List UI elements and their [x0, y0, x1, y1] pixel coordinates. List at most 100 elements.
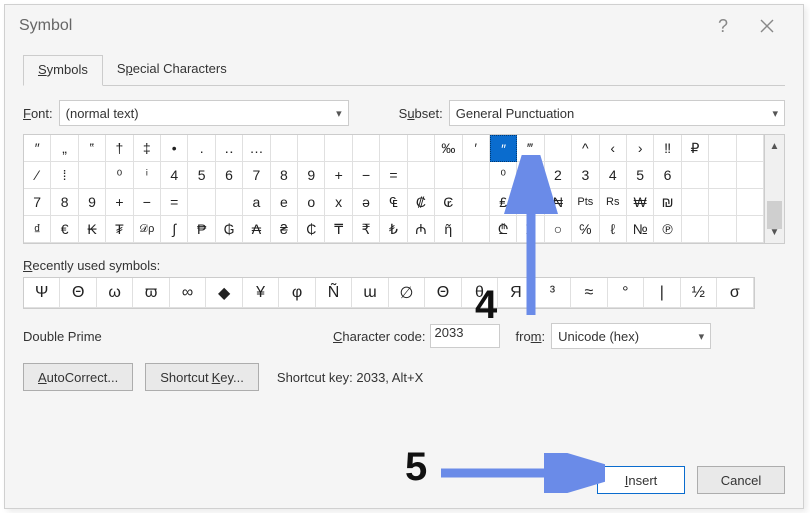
symbol-cell[interactable]	[188, 189, 215, 216]
close-button[interactable]	[745, 5, 789, 47]
symbol-cell[interactable]: ″	[24, 135, 51, 162]
symbol-cell[interactable]: ₾	[490, 216, 517, 243]
recent-symbol-cell[interactable]: σ	[717, 278, 753, 308]
help-button[interactable]: ?	[701, 5, 745, 47]
symbol-cell[interactable]: ₢	[435, 189, 462, 216]
recent-symbol-cell[interactable]: ◆	[206, 278, 242, 308]
symbol-cell[interactable]	[709, 189, 736, 216]
symbol-cell[interactable]	[682, 189, 709, 216]
symbol-cell[interactable]: …	[243, 135, 270, 162]
symbol-cell[interactable]: ₡	[408, 189, 435, 216]
symbol-grid[interactable]: ″„‟†‡•.‥… ‰′″‴ ^‹›‼₽ ⁄⁞ ⁰ⁱ456789+−= ⁰123…	[24, 135, 764, 243]
symbol-cell[interactable]: 9	[298, 162, 325, 189]
symbol-cell[interactable]	[435, 162, 462, 189]
cancel-button[interactable]: Cancel	[697, 466, 785, 494]
symbol-cell[interactable]	[408, 162, 435, 189]
symbol-cell[interactable]: ₭	[79, 216, 106, 243]
symbol-cell[interactable]: ⁞	[51, 162, 78, 189]
symbol-cell[interactable]: ‟	[79, 135, 106, 162]
symbol-cell[interactable]: ∫	[161, 216, 188, 243]
symbol-cell[interactable]: ‼	[654, 135, 681, 162]
symbol-cell[interactable]	[463, 162, 490, 189]
symbol-cell[interactable]	[271, 135, 298, 162]
symbol-cell[interactable]: ₲	[216, 216, 243, 243]
symbol-cell[interactable]: 6	[216, 162, 243, 189]
recent-symbol-cell[interactable]: ω	[97, 278, 133, 308]
recent-symbol-cell[interactable]: ¥	[243, 278, 279, 308]
tab-special-characters[interactable]: Special Characters	[103, 55, 241, 85]
symbol-cell[interactable]: „	[51, 135, 78, 162]
recent-symbol-cell[interactable]: Я	[498, 278, 534, 308]
symbol-cell[interactable]: −	[134, 189, 161, 216]
symbol-cell[interactable]: 9	[79, 189, 106, 216]
font-select[interactable]: (normal text) ▾	[59, 100, 349, 126]
symbol-cell[interactable]: ₹	[353, 216, 380, 243]
symbol-cell[interactable]: ‰	[435, 135, 462, 162]
tab-symbols[interactable]: Symbols	[23, 55, 103, 86]
symbol-cell[interactable]: •	[161, 135, 188, 162]
symbol-cell[interactable]: ₱	[188, 216, 215, 243]
symbol-cell[interactable]: e	[271, 189, 298, 216]
symbol-cell[interactable]: ₪	[654, 189, 681, 216]
scroll-track[interactable]	[765, 157, 784, 221]
symbol-cell[interactable]: ℓ	[600, 216, 627, 243]
symbol-cell[interactable]: ₳	[243, 216, 270, 243]
symbol-cell[interactable]: ₤	[490, 189, 517, 216]
symbol-cell[interactable]: ○	[545, 216, 572, 243]
symbol-cell[interactable]: =	[161, 189, 188, 216]
symbol-cell[interactable]: 7	[243, 162, 270, 189]
symbol-cell[interactable]	[709, 162, 736, 189]
symbol-cell[interactable]: 8	[271, 162, 298, 189]
symbol-cell[interactable]	[463, 189, 490, 216]
scroll-thumb[interactable]	[767, 201, 782, 229]
symbol-cell[interactable]: 8	[51, 189, 78, 216]
symbol-cell[interactable]: 3	[572, 162, 599, 189]
symbol-cell[interactable]	[353, 135, 380, 162]
recent-symbol-cell[interactable]: ∞	[170, 278, 206, 308]
recent-symbol-cell[interactable]: ɯ	[352, 278, 388, 308]
symbol-cell[interactable]: x	[325, 189, 352, 216]
symbol-cell[interactable]: 4	[161, 162, 188, 189]
symbol-cell[interactable]: ₮	[106, 216, 133, 243]
autocorrect-button[interactable]: AutoCorrect...	[23, 363, 133, 391]
symbol-cell[interactable]: ⁱ	[134, 162, 161, 189]
symbol-cell[interactable]	[298, 135, 325, 162]
symbol-cell[interactable]: 4	[600, 162, 627, 189]
symbol-cell[interactable]: =	[380, 162, 407, 189]
symbol-cell[interactable]: +	[106, 189, 133, 216]
symbol-cell[interactable]: ₫	[24, 216, 51, 243]
symbol-cell[interactable]: †	[106, 135, 133, 162]
symbol-cell[interactable]	[709, 135, 736, 162]
insert-button[interactable]: Insert	[597, 466, 685, 494]
symbol-cell[interactable]	[408, 135, 435, 162]
symbol-cell[interactable]: ₼	[408, 216, 435, 243]
scroll-up-icon[interactable]: ▲	[765, 135, 784, 157]
symbol-cell[interactable]	[682, 162, 709, 189]
symbol-cell[interactable]: №	[627, 216, 654, 243]
symbol-cell[interactable]: o	[298, 189, 325, 216]
symbol-cell[interactable]: ⁰	[106, 162, 133, 189]
symbol-cell[interactable]: 7	[24, 189, 51, 216]
subset-select[interactable]: General Punctuation ▾	[449, 100, 785, 126]
symbol-cell[interactable]: 1	[517, 162, 544, 189]
symbol-cell[interactable]: ₦	[545, 189, 572, 216]
symbol-cell[interactable]: ῆ	[435, 216, 462, 243]
symbol-cell[interactable]: ₠	[380, 189, 407, 216]
symbol-cell[interactable]	[737, 135, 764, 162]
grid-scrollbar[interactable]: ▲ ▼	[764, 135, 784, 243]
shortcut-key-button[interactable]: Shortcut Key...	[145, 363, 259, 391]
symbol-cell[interactable]	[79, 162, 106, 189]
symbol-cell[interactable]: ^	[572, 135, 599, 162]
from-select[interactable]: Unicode (hex) ▾	[551, 323, 711, 349]
symbol-cell[interactable]: 5	[188, 162, 215, 189]
recent-symbol-cell[interactable]: ϖ	[133, 278, 169, 308]
symbol-cell[interactable]: ‴	[517, 135, 544, 162]
symbol-cell[interactable]: ₴	[271, 216, 298, 243]
symbol-cell[interactable]: ‡	[134, 135, 161, 162]
symbol-cell[interactable]: ⁄	[24, 162, 51, 189]
symbol-cell[interactable]	[325, 135, 352, 162]
symbol-cell[interactable]: 2	[545, 162, 572, 189]
recent-symbol-cell[interactable]: θ	[462, 278, 498, 308]
symbol-cell[interactable]: a	[243, 189, 270, 216]
recent-symbol-cell[interactable]: ≈	[571, 278, 607, 308]
